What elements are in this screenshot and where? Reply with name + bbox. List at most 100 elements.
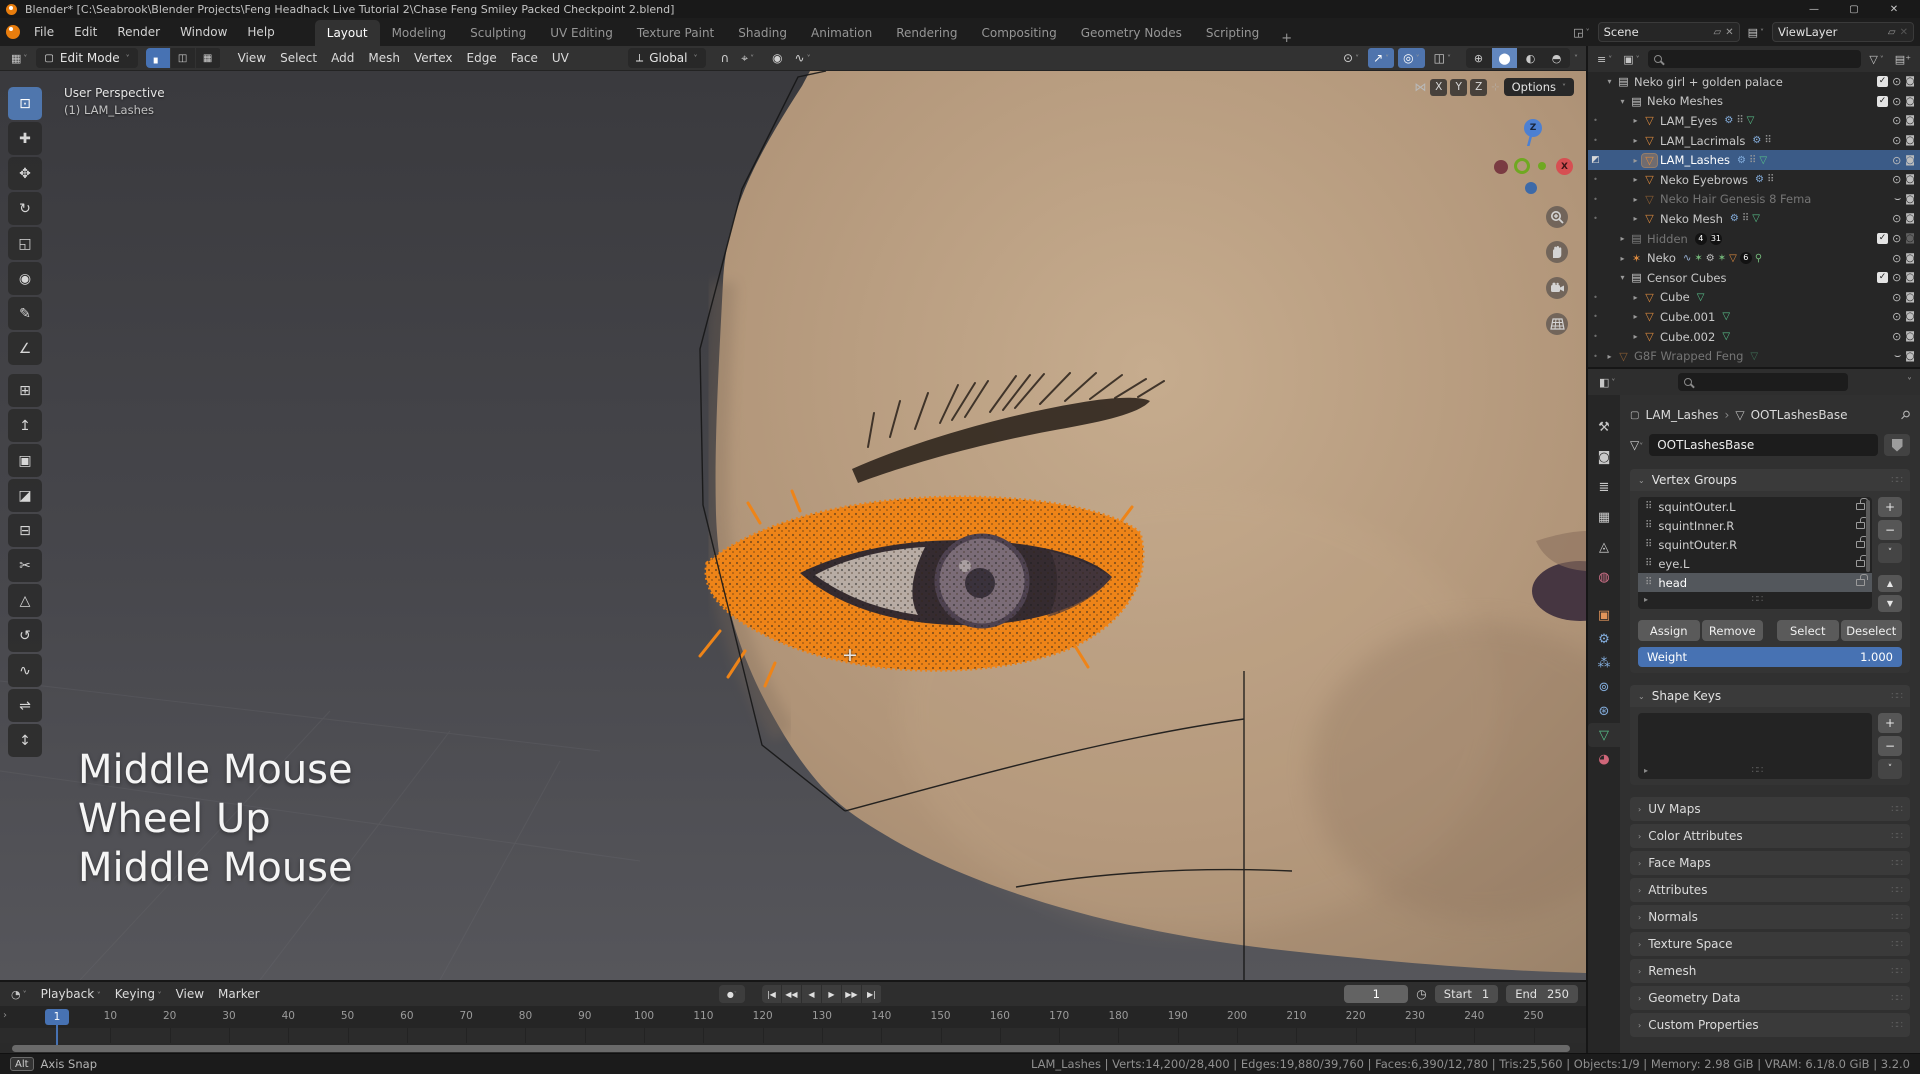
outliner-item-name[interactable]: Neko Meshes (1647, 94, 1723, 108)
viewport-menu-view[interactable]: View (231, 51, 273, 65)
copy-icon[interactable]: ▱ (1888, 27, 1896, 38)
timeline-menu-view[interactable]: View (169, 987, 211, 1001)
workspace-tab-sculpting[interactable]: Sculpting (458, 20, 538, 46)
select-button[interactable]: Select (1777, 620, 1839, 641)
tool-transform-icon[interactable]: ◉ (8, 262, 42, 295)
outliner-item-name[interactable]: Cube (1660, 290, 1690, 304)
record-button[interactable]: ●˅ (719, 985, 745, 1003)
frame-start-field[interactable]: Start 1 (1435, 985, 1498, 1003)
panel-normals[interactable]: ›Normals∷∷ (1630, 905, 1910, 929)
properties-options-icon[interactable]: ˅ (1907, 377, 1912, 388)
hide-eye-icon[interactable]: ⊙ (1892, 75, 1901, 88)
navigation-gizmo[interactable]: Z X (1470, 86, 1586, 346)
select-mode-vertex[interactable]: ▖ (146, 48, 170, 68)
zoom-icon[interactable] (1546, 206, 1568, 228)
pin-icon[interactable]: ⚲ (1898, 407, 1914, 423)
minimize-button[interactable]: — (1794, 0, 1834, 18)
overlays-toggle-icon[interactable]: ◎˅ (1398, 48, 1424, 68)
viewport-menu-vertex[interactable]: Vertex (407, 51, 460, 65)
shading-material-icon[interactable]: ◐ (1518, 48, 1543, 68)
hide-eye-icon[interactable]: ⊙ (1892, 252, 1901, 265)
unlink-icon[interactable]: ✕ (1725, 27, 1733, 38)
shading-solid-icon[interactable]: ⬤ (1492, 48, 1517, 68)
render-visibility-icon[interactable]: ◙ (1905, 272, 1915, 283)
workspace-tab-layout[interactable]: Layout (315, 20, 380, 46)
panel-remesh[interactable]: ›Remesh∷∷ (1630, 959, 1910, 983)
render-visibility-icon[interactable]: ◙ (1905, 311, 1915, 322)
outliner-item-name[interactable]: LAM_Eyes (1660, 114, 1717, 128)
viewport-menu-uv[interactable]: UV (545, 51, 576, 65)
mode-dropdown[interactable]: ▢ Edit Mode ˅ (36, 48, 137, 68)
filter-funnel-icon[interactable]: ▽˅ (1866, 53, 1886, 66)
lock-open-icon[interactable] (1856, 579, 1865, 586)
hide-eye-icon[interactable]: ⊙ (1892, 310, 1901, 323)
region-expand-icon[interactable]: › (3, 1010, 7, 1021)
vertex-group-row[interactable]: ⠿squintOuter.L (1638, 497, 1872, 516)
play-reverse-button[interactable]: ◀ (802, 985, 821, 1003)
properties-tab-world[interactable]: ◍ (1588, 565, 1620, 589)
outliner-item-name[interactable]: Neko Hair Genesis 8 Fema (1660, 192, 1811, 206)
timeline-menu-playback[interactable]: Playback ˅ (34, 987, 108, 1001)
panel-face-maps[interactable]: ›Face Maps∷∷ (1630, 851, 1910, 875)
properties-tab-scene[interactable]: ◬ (1588, 535, 1620, 559)
outliner-row[interactable]: •▸▽Cube.002▽⊙◙ (1588, 327, 1920, 347)
panel-grip[interactable]: ∷∷ (1891, 912, 1902, 923)
new-collection-icon[interactable]: ▤⁺ (1892, 53, 1914, 66)
disclosure-closed-icon[interactable]: ▸ (1616, 234, 1629, 243)
gizmo-x-axis[interactable]: X (1556, 158, 1573, 175)
hidden-eye-icon[interactable]: ⌣ (1894, 349, 1901, 363)
outliner-item-name[interactable]: LAM_Lashes (1660, 153, 1730, 167)
properties-tab-object-data[interactable]: ▽ (1588, 723, 1620, 747)
tool-cursor-icon[interactable]: ✚ (8, 122, 42, 155)
panel-geometry-data[interactable]: ›Geometry Data∷∷ (1630, 986, 1910, 1010)
tool-edge-slide-icon[interactable]: ⇌ (8, 689, 42, 722)
render-visibility-icon[interactable]: ◙ (1905, 96, 1915, 107)
remove-vertex-group-button[interactable]: − (1878, 520, 1902, 540)
properties-tab-physics[interactable]: ⊚ (1588, 675, 1620, 699)
outliner-item-name[interactable]: Neko (1647, 251, 1676, 265)
exclude-checkbox[interactable]: ✓ (1877, 96, 1888, 107)
panel-grip[interactable]: ∷∷ (1891, 858, 1902, 869)
render-visibility-icon[interactable]: ◙ (1905, 115, 1915, 126)
panel-custom-properties[interactable]: ›Custom Properties∷∷ (1630, 1013, 1910, 1037)
properties-tab-view-layer[interactable]: ▦ (1588, 505, 1620, 529)
outliner-filter-type-icon[interactable]: ▣˅ (1620, 53, 1642, 66)
proportional-falloff-icon[interactable]: ∿˅ (790, 48, 816, 68)
timeline-ruler[interactable]: 1 10203040506070809010011012013014015016… (0, 1006, 1586, 1028)
tool-move-icon[interactable]: ✥ (8, 157, 42, 190)
copy-icon[interactable]: ▱ (1714, 27, 1722, 38)
panel-color-attributes[interactable]: ›Color Attributes∷∷ (1630, 824, 1910, 848)
outliner-item-name[interactable]: Cube.002 (1660, 330, 1715, 344)
current-frame-indicator[interactable]: 1 (45, 1009, 69, 1025)
scrollbar-handle[interactable] (12, 1045, 1570, 1052)
remove-button[interactable]: Remove (1702, 620, 1764, 641)
panel-grip[interactable]: ∷∷ (1891, 831, 1902, 842)
tool-spin-icon[interactable]: ↺ (8, 619, 42, 652)
vertex-group-row[interactable]: ⠿squintInner.R (1638, 516, 1872, 535)
disclosure-closed-icon[interactable]: ▸ (1629, 116, 1642, 125)
panel-grip[interactable]: ∷∷ (1891, 885, 1902, 896)
prev-keyframe-button[interactable]: ◀◀ (782, 985, 801, 1003)
options-dropdown[interactable]: Options˅ (1504, 78, 1574, 96)
shading-options-icon[interactable]: ˅ (1574, 54, 1578, 63)
render-visibility-icon[interactable]: ◙ (1905, 331, 1915, 342)
timeline-editor-icon[interactable]: ◔˅ (8, 988, 30, 1001)
tool-poly-build-icon[interactable]: △ (8, 584, 42, 617)
outliner-item-name[interactable]: Neko girl + golden palace (1634, 75, 1783, 89)
outliner-row[interactable]: ◩▸▽LAM_Lashes⚙⠿▽⊙◙ (1588, 150, 1920, 170)
visibility-dropdown-icon[interactable]: ⊙˅ (1338, 48, 1364, 68)
timeline-menu-keying[interactable]: Keying ˅ (108, 987, 169, 1001)
panel-grip[interactable]: ∷∷ (1891, 691, 1902, 702)
disclosure-closed-icon[interactable]: ▸ (1629, 332, 1642, 341)
timeline-channel-strip[interactable] (0, 1028, 1586, 1043)
lock-open-icon[interactable] (1856, 560, 1865, 567)
grid-toggle-icon[interactable] (1546, 313, 1568, 335)
hidden-eye-icon[interactable]: ⌣ (1894, 192, 1901, 206)
play-button[interactable]: ▶ (822, 985, 841, 1003)
render-visibility-icon[interactable]: ◙ (1905, 351, 1915, 362)
workspace-tab-geometry-nodes[interactable]: Geometry Nodes (1069, 20, 1194, 46)
blender-menu-icon[interactable] (6, 25, 20, 39)
jump-to-end-button[interactable]: ▶| (862, 985, 881, 1003)
panel-grip[interactable]: ∷∷ (1891, 966, 1902, 977)
list-expand-icon[interactable]: ▸ (1644, 595, 1648, 604)
